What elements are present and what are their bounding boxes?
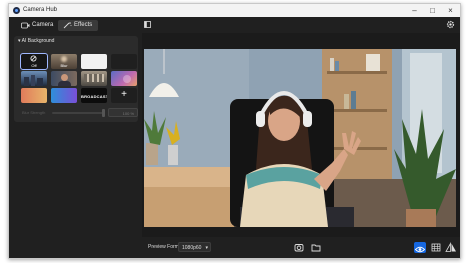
view-mode-button[interactable] [414,242,426,253]
tile-gradient-2[interactable] [51,88,77,103]
camera-preview-image [144,49,456,227]
blur-strength-slider[interactable] [52,112,104,114]
preview-format-value: 1080p60 [182,245,202,251]
minimize-icon[interactable]: – [406,4,423,17]
folder-icon[interactable] [310,242,322,253]
eye-icon [414,246,426,253]
portrait-image [61,74,68,81]
blur-strength-label: Blur Strength [22,110,46,115]
plus-icon: + [121,89,127,100]
effects-panel: ▾ AI Background Off Blur BROADCAST + Blu… [9,33,142,258]
blur-strength-value[interactable]: 100 % [108,108,138,117]
tile-gradient-1[interactable] [21,88,47,103]
snapshot-icon[interactable] [293,242,305,253]
broadcast-logo: BROADCAST [81,94,107,99]
ai-background-section: ▾ AI Background Off Blur BROADCAST + Blu… [14,36,138,122]
section-title: AI Background [21,38,55,44]
tile-cityscape[interactable] [21,71,47,86]
tile-add-background[interactable]: + [111,88,137,103]
tile-studio[interactable] [81,71,107,86]
tab-camera-label: Camera [32,22,54,28]
preview-format-select[interactable]: 1080p60 ▾ [178,242,211,252]
camera-preview [144,49,456,227]
toolbar: Camera Effects [9,17,460,33]
blur-strength-slider-thumb[interactable] [102,109,105,117]
chevron-down-icon: ▾ [205,245,208,251]
grid-icon[interactable] [430,242,442,253]
blur-icon [61,56,67,62]
gear-icon[interactable] [446,20,455,29]
flip-icon[interactable] [445,242,457,253]
camera-hub-window: Camera Hub – □ × Camera Effects ▾ AI Bac… [8,3,461,259]
ai-background-header[interactable]: ▾ AI Background [18,38,54,45]
tile-broadcast[interactable]: BROADCAST [81,88,107,103]
studio-image [84,74,104,82]
tab-effects-label: Effects [74,22,93,28]
app-logo-icon [13,7,20,14]
cityscape-image [24,77,29,86]
tab-camera[interactable]: Camera [16,20,56,31]
tab-effects[interactable]: Effects [58,20,98,31]
close-icon[interactable]: × [442,4,459,17]
tile-dark-background[interactable] [111,54,137,69]
sidebar-toggle-icon[interactable] [144,21,151,28]
tile-abstract[interactable] [111,71,137,86]
chevron-down-icon: ▾ [18,38,21,44]
tile-blur-label: Blur [60,63,68,68]
tile-off[interactable]: Off [20,53,48,70]
tile-white-background[interactable] [81,54,107,69]
magic-wand-icon [63,22,72,29]
abstract-image [123,75,131,83]
tile-portrait[interactable] [51,71,77,86]
title-bar: Camera Hub – □ × [9,4,460,17]
off-icon [30,55,37,62]
bottom-bar: Preview Format 1080p60 ▾ [142,237,460,258]
tile-off-label: Off [31,63,37,68]
maximize-icon[interactable]: □ [424,4,441,17]
tile-blur[interactable]: Blur [51,54,77,69]
window-title: Camera Hub [23,7,58,13]
camera-icon [21,22,30,29]
